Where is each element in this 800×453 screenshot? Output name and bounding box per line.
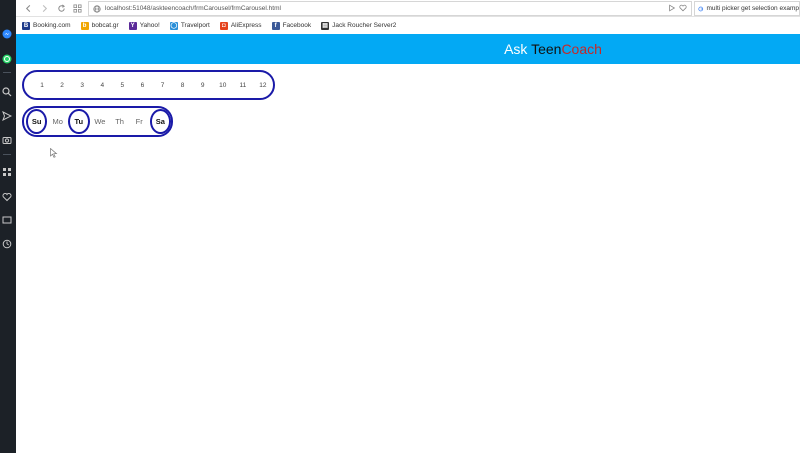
day-picker: Su Mo Tu We Th Fr Sa (22, 106, 173, 137)
brand-ask: Ask (504, 41, 528, 57)
globe-icon (93, 4, 101, 13)
search-field[interactable]: multi picker get selection examp (694, 1, 800, 16)
grid-icon (72, 3, 82, 13)
app-header: Ask TeenCoach (16, 34, 800, 64)
month-option[interactable]: 10 (213, 82, 233, 89)
month-option[interactable]: 4 (92, 82, 112, 89)
bobcat-icon: b (80, 21, 89, 30)
chevron-left-icon (25, 4, 30, 12)
month-option[interactable]: 1 (32, 82, 52, 89)
whatsapp-icon[interactable] (1, 53, 13, 65)
day-option[interactable]: Tu (68, 109, 90, 134)
day-option[interactable]: Th (110, 110, 128, 133)
reload-button[interactable] (55, 2, 67, 14)
sidebar-divider (3, 72, 11, 73)
mouse-cursor-icon (50, 148, 58, 158)
messenger-icon[interactable] (1, 28, 13, 40)
search-query: multi picker get selection examp (706, 5, 800, 12)
month-picker: 1 2 3 4 5 6 7 8 9 10 11 12 (22, 70, 275, 100)
brand-coach: Coach (561, 41, 602, 57)
browser-sidebar (0, 0, 16, 453)
month-option[interactable]: 6 (132, 82, 152, 89)
day-option[interactable]: Fr (130, 110, 148, 133)
tiles-button[interactable] (71, 2, 83, 14)
month-option[interactable]: 7 (152, 82, 172, 89)
day-option[interactable]: Mo (49, 110, 67, 133)
printer-icon: ▤ (321, 21, 330, 30)
forward-button[interactable] (38, 2, 50, 14)
bookmark-label: bobcat.gr (91, 22, 119, 29)
search-icon[interactable] (1, 86, 13, 98)
travelport-icon: ◯ (169, 21, 178, 30)
bookmark-item[interactable]: Y Yahoo! (128, 21, 160, 30)
sidebar-divider (3, 154, 11, 155)
day-option[interactable]: Sa (149, 109, 171, 134)
bookmark-label: Yahoo! (139, 22, 160, 29)
history-icon[interactable] (1, 238, 13, 250)
address-bar[interactable]: localhost:51048/askteencoach/frmCarousel… (88, 1, 692, 16)
url-text: localhost:51048/askteencoach/frmCarousel… (105, 5, 281, 12)
bookmark-item[interactable]: f Facebook (271, 21, 312, 30)
tabs-icon[interactable] (1, 214, 13, 226)
month-option[interactable]: 8 (173, 82, 193, 89)
bookmarks-bar: B Booking.com b bobcat.gr Y Yahoo! ◯ Travelport… (16, 17, 800, 34)
bookmark-item[interactable]: b bobcat.gr (80, 21, 119, 30)
bookmark-label: Booking.com (33, 22, 71, 29)
brand-teen: Teen (531, 41, 562, 57)
heart-icon[interactable] (679, 4, 687, 12)
browser-toolbar: localhost:51048/askteencoach/frmCarousel… (16, 0, 800, 17)
facebook-icon: f (271, 21, 280, 30)
month-option[interactable]: 9 (193, 82, 213, 89)
bookmark-item[interactable]: ▤ Jack Roucher Server2 (321, 21, 397, 30)
play-icon[interactable] (668, 4, 676, 12)
back-button[interactable] (22, 2, 34, 14)
heart-icon[interactable] (1, 191, 13, 203)
camera-icon[interactable] (1, 134, 13, 146)
day-option[interactable]: Su (26, 109, 48, 134)
bookmark-label: Facebook (282, 22, 312, 29)
month-option[interactable]: 5 (112, 82, 132, 89)
brand-logo[interactable]: Ask TeenCoach (504, 41, 602, 57)
bookmark-label: Travelport (180, 22, 210, 29)
bookmark-item[interactable]: B Booking.com (22, 21, 71, 30)
month-option[interactable]: 11 (233, 82, 253, 89)
reload-icon (57, 4, 65, 12)
bookmark-item[interactable]: ◯ Travelport (169, 21, 210, 30)
chevron-right-icon (42, 4, 47, 12)
bookmark-label: Jack Roucher Server2 (332, 22, 397, 29)
bookmark-item[interactable]: ◘ AliExpress (219, 21, 262, 30)
aliexpress-icon: ◘ (219, 21, 228, 30)
month-option[interactable]: 12 (253, 82, 273, 89)
send-icon[interactable] (1, 110, 13, 122)
month-option[interactable]: 2 (52, 82, 72, 89)
google-icon (698, 6, 704, 11)
speed-dial-icon[interactable] (1, 166, 13, 178)
day-option[interactable]: We (91, 110, 109, 133)
yahoo-icon: Y (128, 21, 137, 30)
bookmark-label: AliExpress (230, 22, 262, 29)
month-option[interactable]: 3 (72, 82, 92, 89)
booking-icon: B (22, 21, 30, 30)
